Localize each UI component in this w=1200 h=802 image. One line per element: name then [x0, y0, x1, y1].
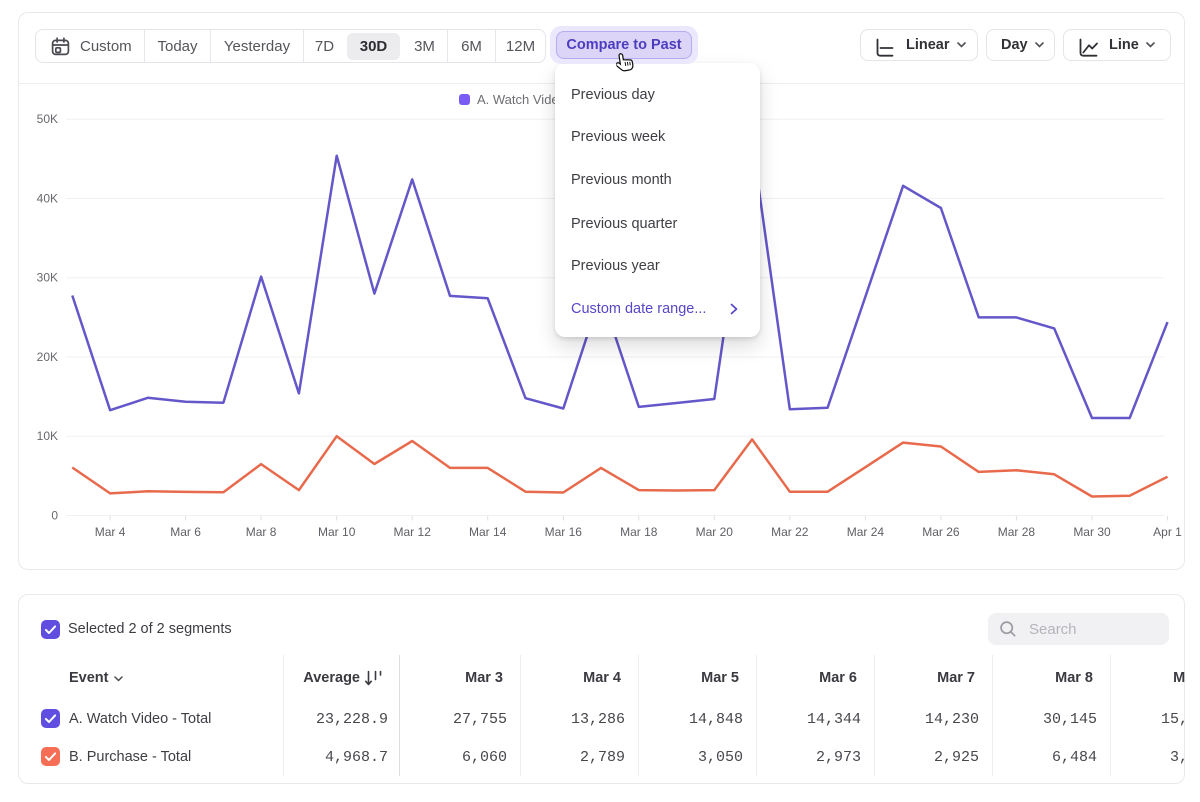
svg-text:Mar 18: Mar 18	[620, 525, 658, 539]
svg-text:Mar 24: Mar 24	[847, 525, 885, 539]
svg-text:Mar 6: Mar 6	[170, 525, 201, 539]
svg-text:20K: 20K	[37, 350, 58, 364]
svg-text:Mar 28: Mar 28	[998, 525, 1036, 539]
svg-text:Mar 14: Mar 14	[469, 525, 507, 539]
svg-text:10K: 10K	[37, 429, 58, 443]
svg-text:0: 0	[51, 509, 58, 523]
svg-text:Mar 26: Mar 26	[922, 525, 960, 539]
svg-text:Mar 16: Mar 16	[545, 525, 583, 539]
svg-text:40K: 40K	[37, 192, 58, 206]
svg-text:Mar 30: Mar 30	[1073, 525, 1111, 539]
svg-text:Mar 12: Mar 12	[394, 525, 432, 539]
svg-text:Mar 22: Mar 22	[771, 525, 809, 539]
svg-text:50K: 50K	[37, 112, 58, 126]
svg-text:Mar 20: Mar 20	[696, 525, 734, 539]
svg-text:Mar 8: Mar 8	[246, 525, 277, 539]
svg-text:Mar 4: Mar 4	[95, 525, 126, 539]
svg-text:Apr 1: Apr 1	[1153, 525, 1182, 539]
svg-text:Mar 10: Mar 10	[318, 525, 356, 539]
svg-text:30K: 30K	[37, 271, 58, 285]
